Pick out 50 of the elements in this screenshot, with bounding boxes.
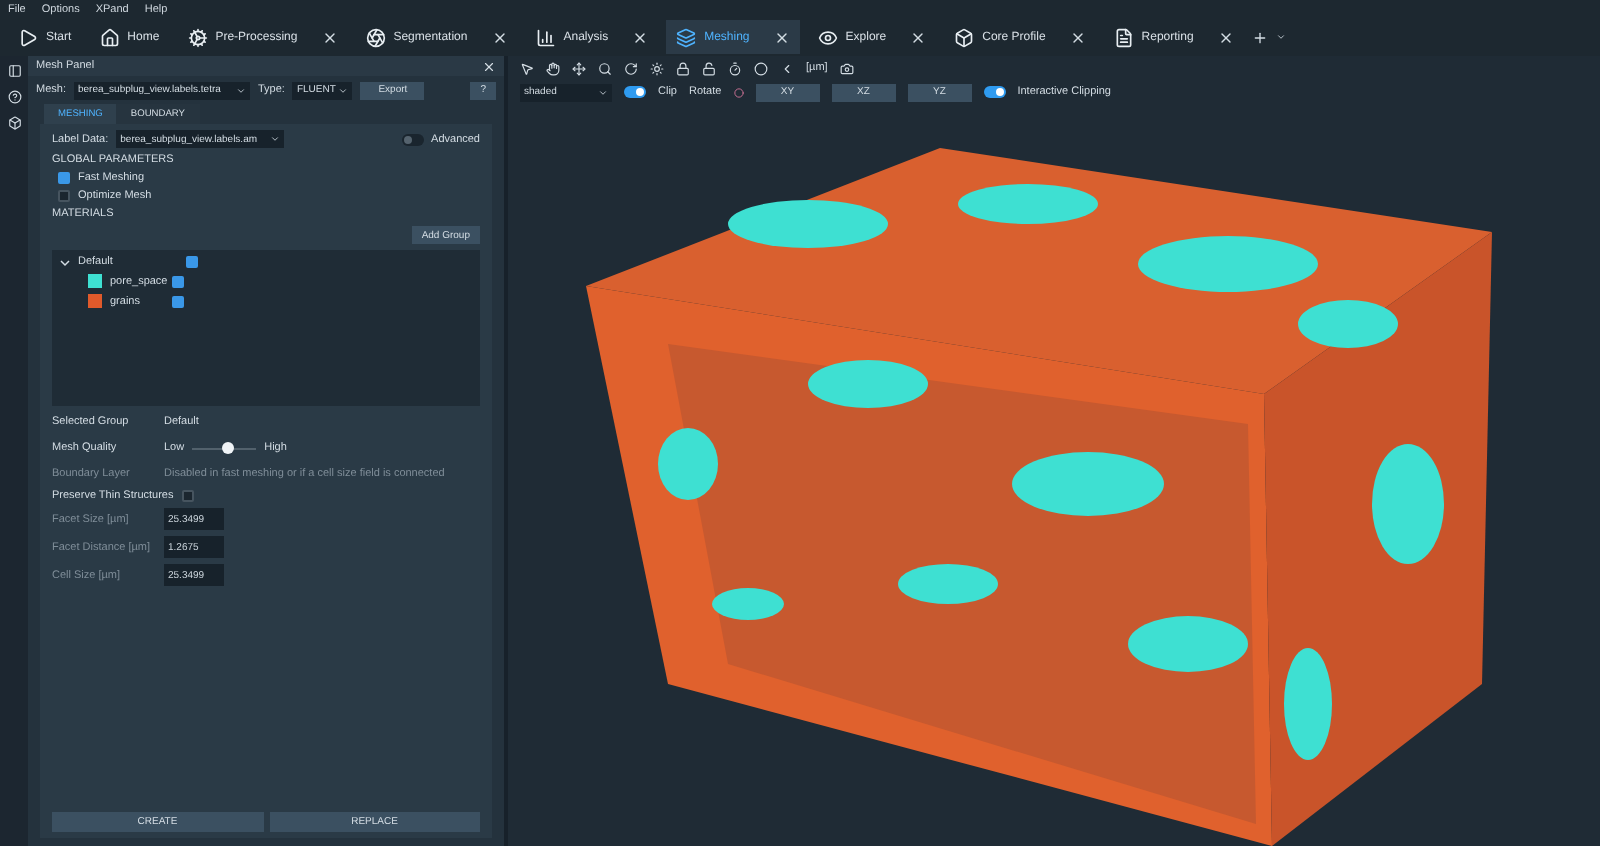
search-icon[interactable] — [598, 61, 612, 75]
pointer-icon[interactable] — [520, 61, 534, 75]
caret-icon — [598, 87, 608, 97]
expand-icon[interactable] — [60, 257, 70, 267]
close-icon[interactable] — [773, 29, 790, 45]
home-icon — [99, 27, 120, 47]
close-icon[interactable] — [910, 29, 927, 45]
rotate-icon[interactable] — [624, 61, 638, 75]
slider-thumb[interactable] — [221, 442, 234, 454]
caret-icon — [338, 85, 349, 95]
close-icon[interactable] — [321, 29, 338, 45]
clip-toggle[interactable] — [624, 86, 646, 98]
aperture-icon — [365, 27, 386, 47]
mesh-panel-icon[interactable] — [7, 116, 21, 130]
play-icon — [18, 27, 38, 47]
add-icon[interactable] — [1251, 29, 1268, 45]
back-icon[interactable] — [780, 61, 794, 75]
caret-icon — [235, 85, 246, 95]
advanced-toggle[interactable] — [401, 133, 424, 145]
checkbox[interactable] — [181, 490, 194, 502]
move-icon[interactable] — [572, 61, 586, 75]
eye-icon — [817, 27, 838, 47]
color-icon[interactable] — [733, 87, 744, 97]
bar-chart-icon — [535, 27, 556, 47]
caret-icon — [270, 134, 281, 144]
timer-icon[interactable] — [728, 61, 742, 75]
unlock-icon[interactable] — [702, 61, 716, 75]
checkbox[interactable] — [186, 256, 198, 268]
caret-icon[interactable] — [1275, 32, 1286, 42]
close-icon[interactable] — [482, 59, 496, 73]
close-icon[interactable] — [1217, 29, 1234, 45]
light-icon[interactable] — [650, 61, 664, 75]
checkbox[interactable] — [58, 190, 70, 202]
panel-icon[interactable] — [7, 64, 21, 78]
cube-icon — [954, 27, 975, 47]
help-icon[interactable] — [7, 90, 21, 104]
document-icon — [1113, 27, 1134, 47]
layers-icon — [676, 27, 697, 47]
lock-icon[interactable] — [676, 61, 690, 75]
close-icon[interactable] — [1069, 29, 1086, 45]
circle-icon[interactable] — [754, 61, 768, 75]
close-icon[interactable] — [632, 29, 649, 45]
interactive-clipping-toggle[interactable] — [983, 86, 1006, 98]
checkbox[interactable] — [172, 295, 184, 307]
camera-icon[interactable] — [839, 61, 854, 75]
close-icon[interactable] — [491, 29, 508, 45]
checkbox[interactable] — [172, 275, 184, 287]
gear-icon — [187, 27, 208, 47]
hand-icon[interactable] — [546, 61, 560, 75]
checkbox[interactable] — [58, 172, 70, 184]
